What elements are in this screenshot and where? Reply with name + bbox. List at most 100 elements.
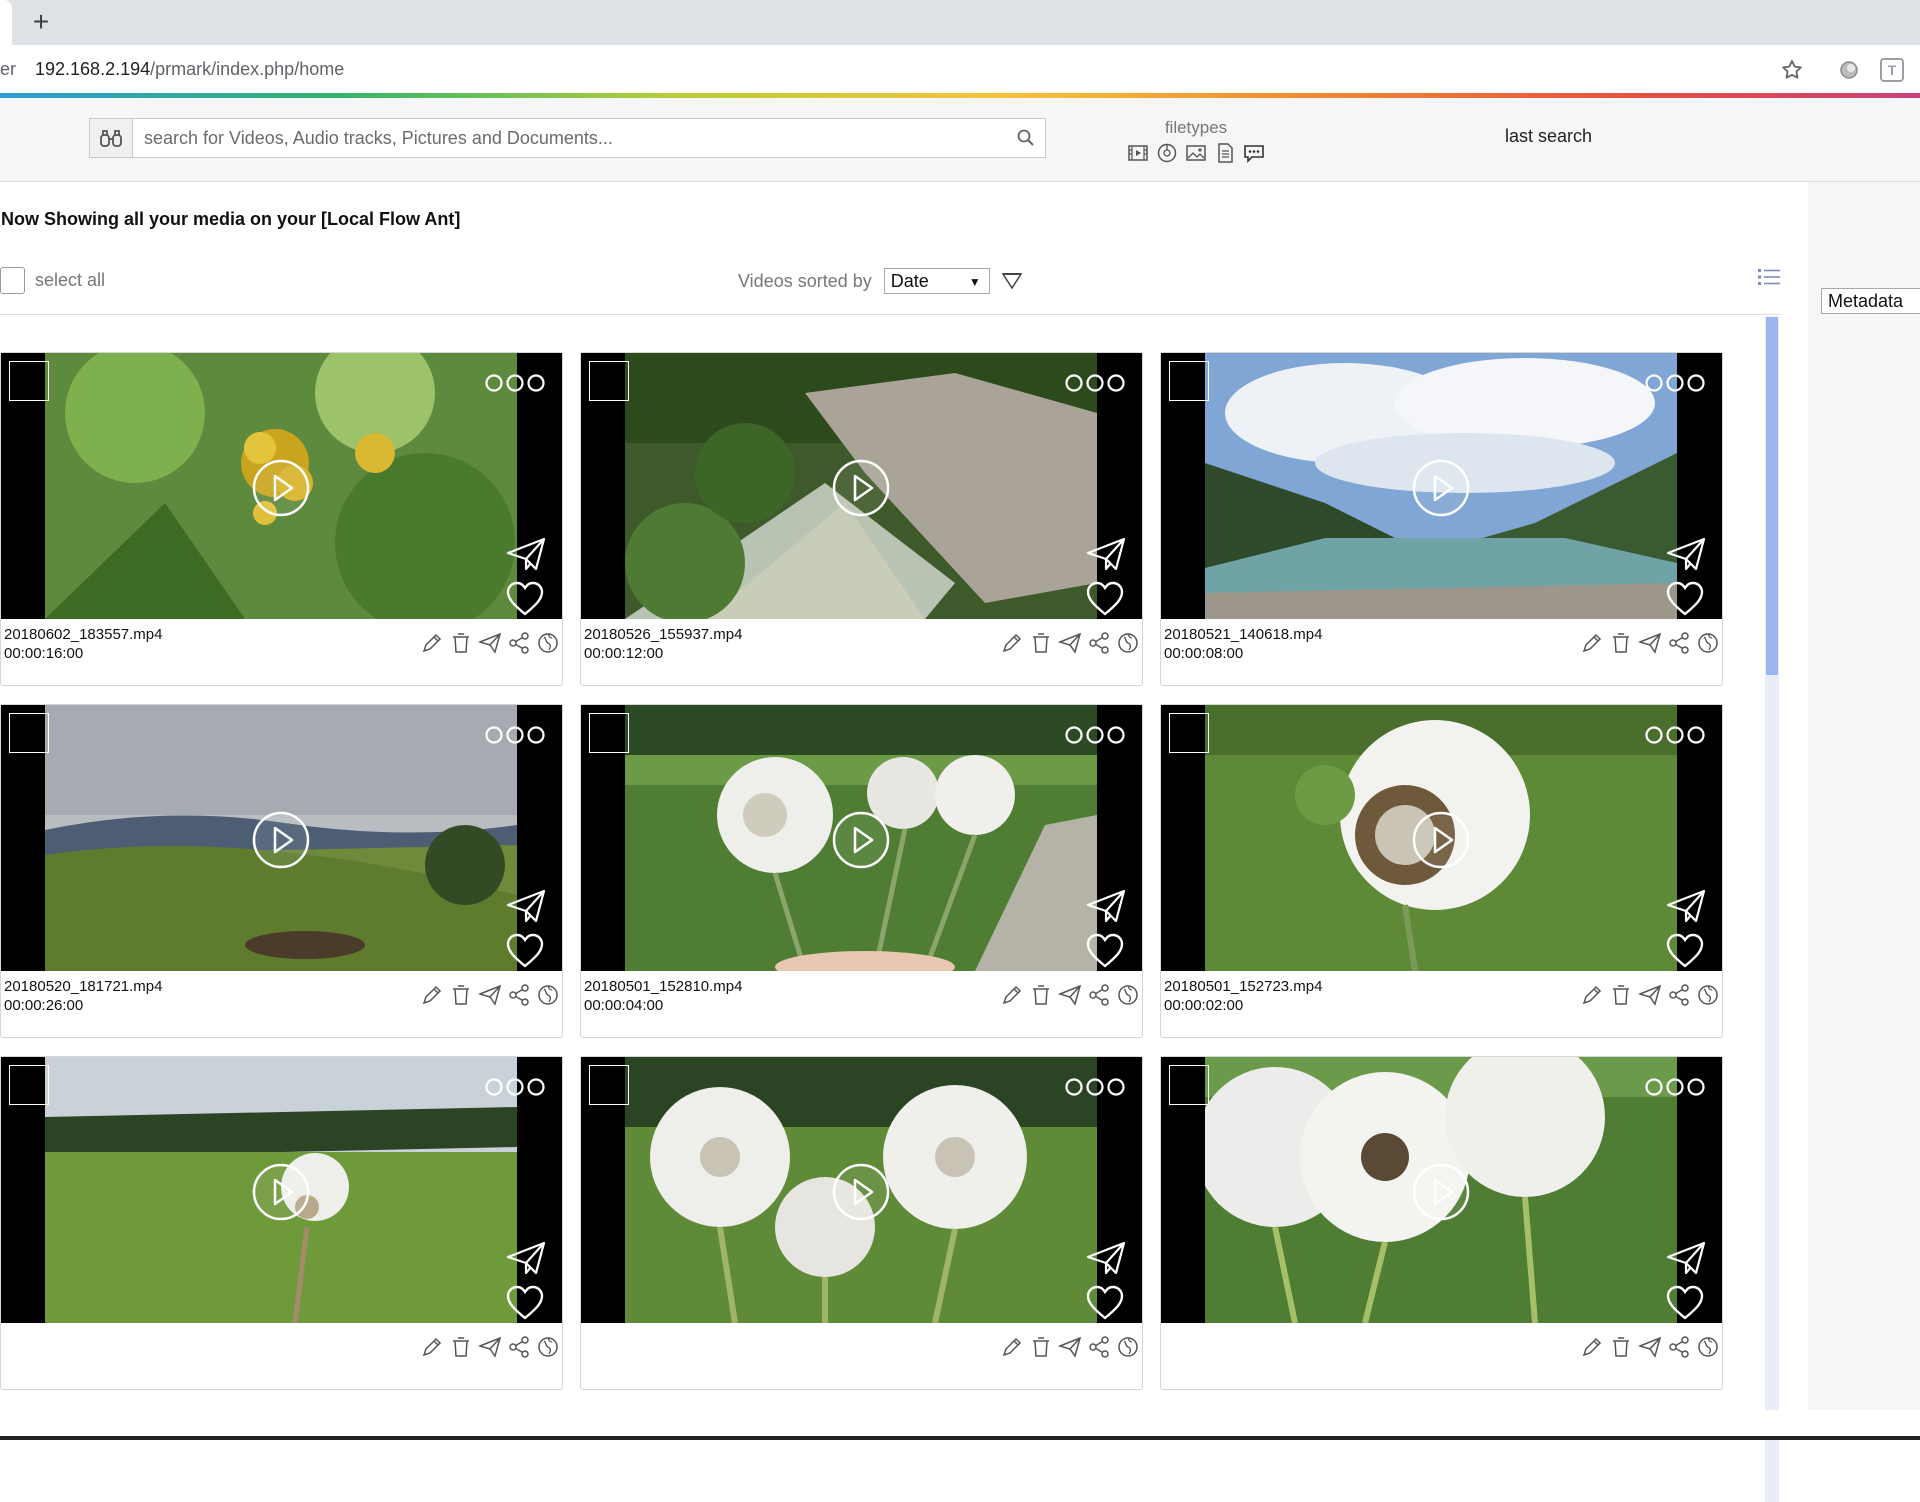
video-icon[interactable] — [1127, 142, 1149, 164]
video-thumbnail[interactable] — [1, 1057, 562, 1323]
scrollbar-thumb[interactable] — [1766, 317, 1778, 675]
delete-icon[interactable] — [1029, 1335, 1053, 1359]
globe-icon[interactable] — [1116, 983, 1140, 1007]
send-icon[interactable] — [1057, 1335, 1082, 1359]
card-select-checkbox[interactable] — [9, 713, 49, 753]
favorite-heart-icon[interactable] — [1666, 933, 1704, 969]
more-options-icon[interactable] — [1644, 725, 1706, 745]
search-mode-button[interactable] — [89, 118, 133, 158]
edit-icon[interactable] — [1580, 983, 1604, 1007]
card-select-checkbox[interactable] — [1169, 361, 1209, 401]
card-select-checkbox[interactable] — [589, 713, 629, 753]
delete-icon[interactable] — [1029, 631, 1053, 655]
globe-icon[interactable] — [1696, 1335, 1720, 1359]
globe-icon[interactable] — [1116, 1335, 1140, 1359]
share-icon[interactable] — [507, 631, 531, 655]
video-thumbnail[interactable] — [1161, 1057, 1722, 1323]
video-thumbnail[interactable] — [1, 353, 562, 619]
play-icon[interactable] — [1412, 1163, 1470, 1221]
list-view-icon[interactable] — [1757, 266, 1781, 288]
send-icon[interactable] — [477, 1335, 502, 1359]
send-icon[interactable] — [1086, 889, 1126, 923]
send-icon[interactable] — [1057, 631, 1082, 655]
play-icon[interactable] — [832, 1163, 890, 1221]
more-options-icon[interactable] — [1064, 1077, 1126, 1097]
media-card[interactable] — [580, 1056, 1143, 1390]
send-icon[interactable] — [1637, 983, 1662, 1007]
card-select-checkbox[interactable] — [589, 361, 629, 401]
send-icon[interactable] — [477, 631, 502, 655]
play-icon[interactable] — [252, 1163, 310, 1221]
play-icon[interactable] — [252, 811, 310, 869]
media-filename[interactable]: 20180602_183557.mp4 — [4, 626, 162, 643]
edit-icon[interactable] — [1580, 631, 1604, 655]
play-icon[interactable] — [1412, 811, 1470, 869]
favorite-heart-icon[interactable] — [506, 581, 544, 617]
media-card[interactable]: 20180526_155937.mp4 00:00:12:00 — [580, 352, 1143, 686]
address-bar[interactable]: er 192.168.2.194/prmark/index.php/home T — [0, 45, 1920, 93]
favorite-heart-icon[interactable] — [1666, 1285, 1704, 1321]
video-thumbnail[interactable] — [581, 705, 1142, 971]
media-card[interactable]: 20180501_152810.mp4 00:00:04:00 — [580, 704, 1143, 1038]
delete-icon[interactable] — [1609, 1335, 1633, 1359]
extension-icon[interactable] — [1838, 59, 1860, 81]
media-card[interactable] — [1160, 1056, 1723, 1390]
video-thumbnail[interactable] — [1161, 353, 1722, 619]
favorite-heart-icon[interactable] — [506, 933, 544, 969]
more-options-icon[interactable] — [1644, 1077, 1706, 1097]
send-icon[interactable] — [1637, 631, 1662, 655]
share-icon[interactable] — [507, 983, 531, 1007]
favorite-heart-icon[interactable] — [1666, 581, 1704, 617]
card-select-checkbox[interactable] — [1169, 713, 1209, 753]
card-select-checkbox[interactable] — [589, 1065, 629, 1105]
send-icon[interactable] — [506, 537, 546, 571]
globe-icon[interactable] — [536, 631, 560, 655]
share-icon[interactable] — [507, 1335, 531, 1359]
media-filename[interactable]: 20180501_152810.mp4 — [584, 978, 742, 995]
share-icon[interactable] — [1087, 983, 1111, 1007]
card-select-checkbox[interactable] — [9, 361, 49, 401]
favorite-heart-icon[interactable] — [1086, 581, 1124, 617]
edit-icon[interactable] — [1000, 631, 1024, 655]
globe-icon[interactable] — [1696, 631, 1720, 655]
more-options-icon[interactable] — [484, 725, 546, 745]
favorite-heart-icon[interactable] — [506, 1285, 544, 1321]
delete-icon[interactable] — [1609, 983, 1633, 1007]
metadata-button[interactable]: Metadata — [1821, 288, 1920, 314]
video-thumbnail[interactable] — [581, 1057, 1142, 1323]
more-options-icon[interactable] — [484, 1077, 546, 1097]
media-filename[interactable]: 20180501_152723.mp4 — [1164, 978, 1322, 995]
share-icon[interactable] — [1087, 631, 1111, 655]
send-icon[interactable] — [1086, 1241, 1126, 1275]
send-icon[interactable] — [506, 1241, 546, 1275]
browser-tab[interactable] — [0, 0, 12, 45]
audio-icon[interactable] — [1156, 142, 1178, 164]
delete-icon[interactable] — [1609, 631, 1633, 655]
play-icon[interactable] — [1412, 459, 1470, 517]
media-card[interactable]: 20180602_183557.mp4 00:00:16:00 — [0, 352, 563, 686]
send-icon[interactable] — [1637, 1335, 1662, 1359]
favorite-heart-icon[interactable] — [1086, 1285, 1124, 1321]
url-text[interactable]: 192.168.2.194/prmark/index.php/home — [35, 59, 344, 80]
play-icon[interactable] — [832, 459, 890, 517]
sort-select[interactable]: Date ▼ — [883, 268, 990, 294]
select-all-checkbox[interactable] — [0, 267, 25, 294]
globe-icon[interactable] — [536, 1335, 560, 1359]
edit-icon[interactable] — [1580, 1335, 1604, 1359]
globe-icon[interactable] — [1696, 983, 1720, 1007]
media-filename[interactable]: 20180521_140618.mp4 — [1164, 626, 1322, 643]
video-thumbnail[interactable] — [581, 353, 1142, 619]
comment-icon[interactable] — [1243, 142, 1265, 164]
globe-icon[interactable] — [1116, 631, 1140, 655]
extension-t-icon[interactable]: T — [1880, 58, 1904, 82]
play-icon[interactable] — [832, 811, 890, 869]
media-card[interactable]: 20180520_181721.mp4 00:00:26:00 — [0, 704, 563, 1038]
send-icon[interactable] — [1666, 537, 1706, 571]
favorite-heart-icon[interactable] — [1086, 933, 1124, 969]
edit-icon[interactable] — [1000, 983, 1024, 1007]
video-thumbnail[interactable] — [1161, 705, 1722, 971]
play-icon[interactable] — [252, 459, 310, 517]
more-options-icon[interactable] — [1644, 373, 1706, 393]
delete-icon[interactable] — [449, 631, 473, 655]
document-icon[interactable] — [1214, 142, 1236, 164]
